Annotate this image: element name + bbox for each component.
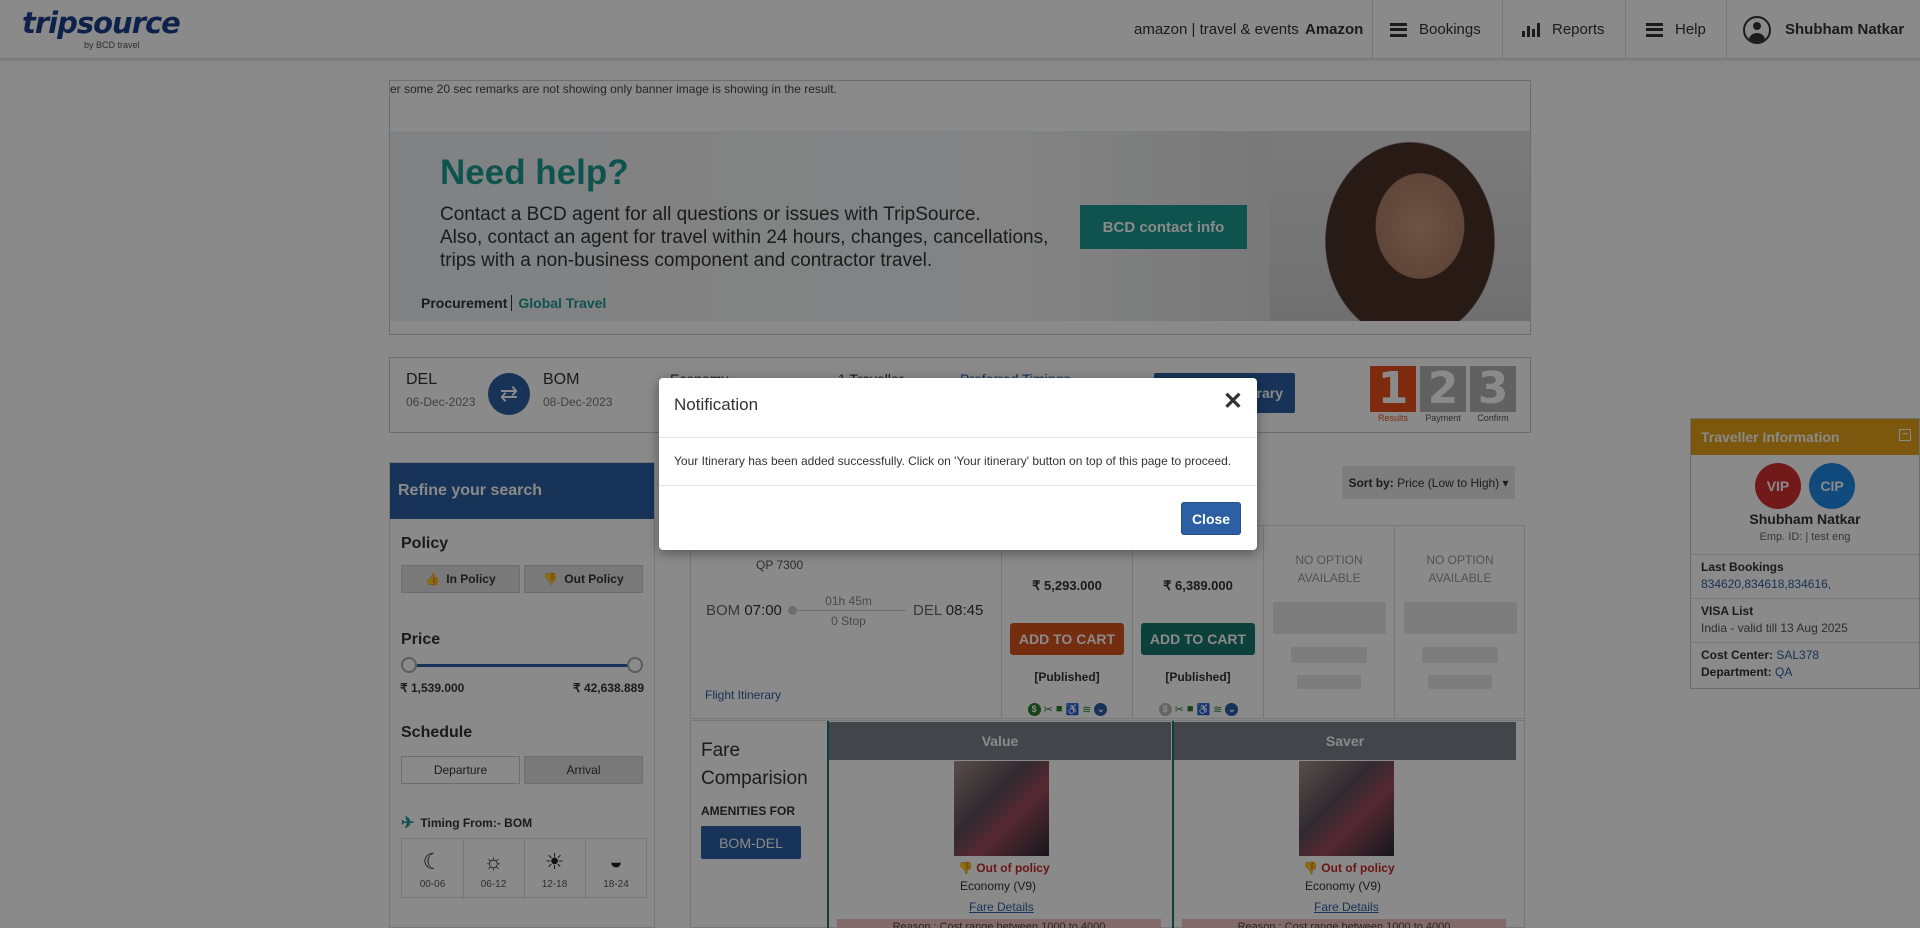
notification-modal: Notification ✕ Your Itinerary has been a…	[659, 378, 1257, 550]
modal-title: Notification	[674, 395, 759, 414]
modal-message: Your Itinerary has been added successful…	[674, 454, 1232, 468]
close-icon[interactable]: ✕	[1223, 390, 1243, 414]
divider	[659, 437, 1257, 438]
divider	[659, 485, 1257, 486]
close-button[interactable]: Close	[1181, 502, 1241, 535]
